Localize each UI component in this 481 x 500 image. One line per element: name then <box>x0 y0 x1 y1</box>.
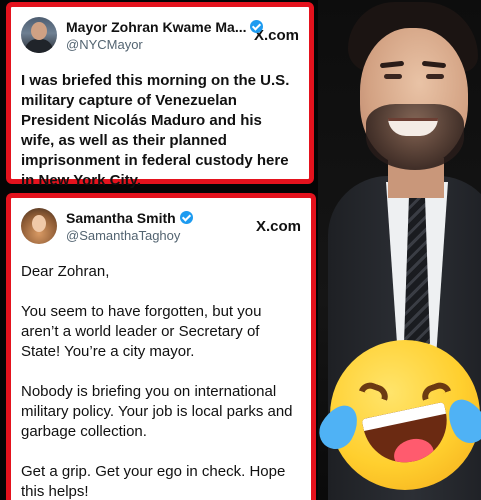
tweet-text: I was briefed this morning on the U.S. m… <box>21 72 290 189</box>
verified-badge-icon <box>179 211 193 224</box>
tweet-text: Dear Zohran, You seem to have forgotten,… <box>21 262 301 500</box>
emoji-right-eye <box>418 379 452 401</box>
photo-left-eye <box>384 74 402 79</box>
tweet-card-mayor[interactable]: Mayor Zohran Kwame Ma... @NYCMayor X.com… <box>6 2 314 189</box>
tweet-author: Samantha Smith @SamanthaTaghoy <box>66 210 248 243</box>
emoji-tongue <box>391 435 437 471</box>
tweet-card-reply[interactable]: Samantha Smith @SamanthaTaghoy X.com Dea… <box>6 193 316 500</box>
tweet-header: Samantha Smith @SamanthaTaghoy X.com <box>21 206 301 246</box>
photo-beard <box>366 104 464 170</box>
author-handle[interactable]: @NYCMayor <box>66 37 246 52</box>
tweet-paragraph: Dear Zohran, <box>21 263 110 280</box>
tweet-paragraph: Get a grip. Get your ego in check. Hope … <box>21 463 286 500</box>
tweet-paragraph: Nobody is briefing you on international … <box>21 383 293 440</box>
laughing-crying-emoji-icon <box>312 340 481 490</box>
author-handle[interactable]: @SamanthaTaghoy <box>66 228 248 243</box>
emoji-left-eye <box>358 379 392 401</box>
avatar[interactable] <box>21 208 57 244</box>
author-name[interactable]: Mayor Zohran Kwame Ma... <box>66 19 246 35</box>
photo-right-eye <box>426 74 444 79</box>
name-row: Samantha Smith <box>66 210 248 226</box>
author-name[interactable]: Samantha Smith <box>66 210 176 226</box>
tweet-author: Mayor Zohran Kwame Ma... @NYCMayor <box>66 19 264 52</box>
x-com-logo: X.com <box>255 217 301 235</box>
tweet-header: Mayor Zohran Kwame Ma... @NYCMayor X.com <box>21 15 299 55</box>
tweet-paragraph: You seem to have forgotten, but you aren… <box>21 303 262 360</box>
avatar[interactable] <box>21 17 57 53</box>
emoji-teeth <box>361 401 447 432</box>
name-row: Mayor Zohran Kwame Ma... <box>66 19 264 35</box>
emoji-mouth <box>361 401 455 471</box>
